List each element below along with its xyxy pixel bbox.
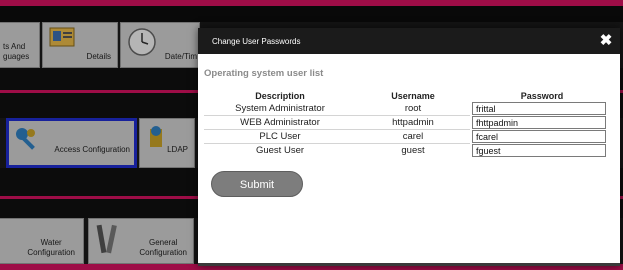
password-field-httpadmin[interactable] bbox=[472, 116, 606, 129]
submit-button[interactable]: Submit bbox=[211, 171, 303, 197]
close-icon[interactable]: ✖ bbox=[596, 31, 616, 51]
password-field-guest[interactable] bbox=[472, 144, 606, 157]
dialog-bottom-border bbox=[198, 263, 620, 266]
dialog-title-bar: Change User Passwords ✖ bbox=[198, 28, 620, 54]
password-field-root[interactable] bbox=[472, 102, 606, 115]
row-username: carel bbox=[402, 131, 424, 142]
table-row: System Administrator root bbox=[204, 102, 614, 116]
row-description: System Administrator bbox=[235, 103, 325, 114]
table-header: Description Username Password bbox=[204, 90, 614, 102]
row-username: guest bbox=[401, 145, 425, 156]
row-description: PLC User bbox=[259, 131, 301, 142]
table-row: WEB Administrator httpadmin bbox=[204, 116, 614, 130]
password-field-carel[interactable] bbox=[472, 130, 606, 143]
user-table: Description Username Password System Adm… bbox=[204, 90, 614, 158]
row-username: httpadmin bbox=[392, 117, 434, 128]
row-username: root bbox=[404, 103, 422, 114]
dialog-title: Change User Passwords bbox=[212, 37, 301, 46]
section-title: Operating system user list bbox=[204, 68, 324, 79]
column-header-username: Username bbox=[391, 91, 435, 101]
row-description: Guest User bbox=[255, 145, 305, 156]
table-row: Guest User guest bbox=[204, 144, 614, 158]
row-description: WEB Administrator bbox=[240, 117, 320, 128]
table-row: PLC User carel bbox=[204, 130, 614, 144]
column-header-password: Password bbox=[520, 91, 564, 101]
column-header-description: Description bbox=[255, 91, 305, 101]
change-passwords-dialog: Change User Passwords ✖ Operating system… bbox=[198, 28, 620, 266]
